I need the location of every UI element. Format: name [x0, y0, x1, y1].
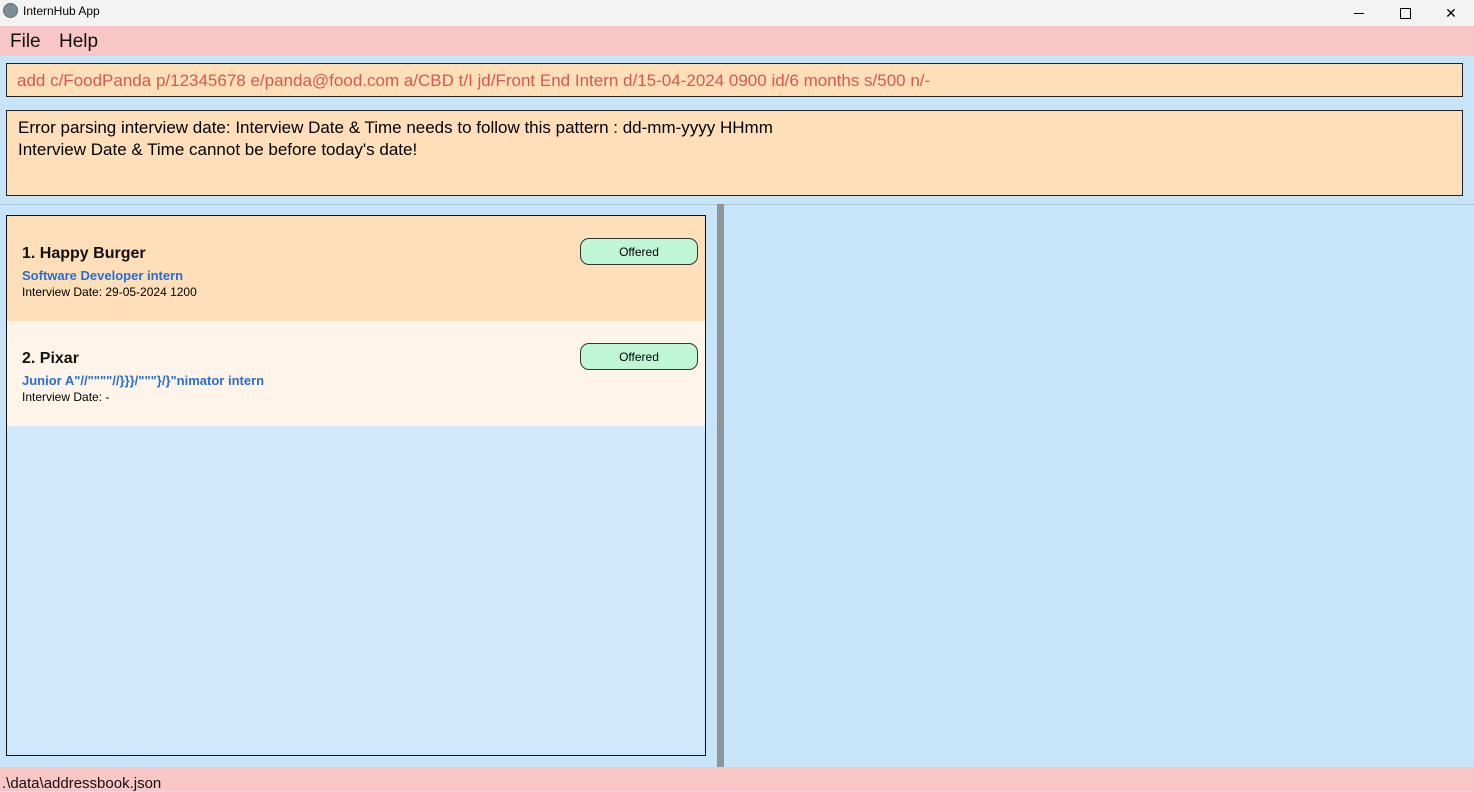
- internship-card[interactable]: 2. Pixar Junior A"//""""//}}}/"""}/}"nim…: [7, 321, 705, 426]
- interview-date: Interview Date: 29-05-2024 1200: [22, 285, 197, 299]
- menu-help[interactable]: Help: [59, 31, 98, 53]
- minimize-icon: [1354, 12, 1364, 14]
- menu-bar: File Help: [0, 26, 1474, 56]
- result-display: Error parsing interview date: Interview …: [6, 110, 1463, 196]
- app-logo-icon: [3, 3, 18, 18]
- close-button[interactable]: ✕: [1428, 0, 1474, 26]
- company-name: 1. Happy Burger: [22, 245, 146, 262]
- data-file-path: .\data\addressbook.json: [2, 775, 162, 792]
- company-name: 2. Pixar: [22, 350, 79, 367]
- maximize-button[interactable]: [1382, 0, 1428, 26]
- menu-file[interactable]: File: [10, 31, 41, 53]
- role-title: Junior A"//""""//}}}/"""}/}"nimator inte…: [22, 373, 265, 388]
- split-pane-divider[interactable]: [717, 204, 724, 767]
- internship-card[interactable]: 1. Happy Burger Software Developer inter…: [7, 216, 705, 321]
- maximize-icon: [1399, 7, 1411, 19]
- command-input-box[interactable]: add c/FoodPanda p/12345678 e/panda@food.…: [6, 63, 1463, 97]
- close-icon: ✕: [1445, 4, 1457, 21]
- command-input[interactable]: add c/FoodPanda p/12345678 e/panda@food.…: [17, 71, 930, 91]
- role-title: Software Developer intern: [22, 268, 184, 283]
- internship-list: 1. Happy Burger Software Developer inter…: [6, 215, 706, 756]
- detail-panel: [724, 205, 1474, 767]
- result-message-line-1: Error parsing interview date: Interview …: [18, 118, 773, 137]
- status-bar: .\data\addressbook.json: [0, 767, 1474, 792]
- status-badge: Offered: [580, 343, 698, 370]
- window-title: InternHub App: [23, 4, 100, 18]
- interview-date: Interview Date: -: [22, 390, 110, 404]
- minimize-button[interactable]: [1336, 0, 1382, 26]
- title-bar: InternHub App ✕: [0, 0, 1474, 26]
- result-message-line-2: Interview Date & Time cannot be before t…: [18, 140, 418, 159]
- status-badge: Offered: [580, 238, 698, 265]
